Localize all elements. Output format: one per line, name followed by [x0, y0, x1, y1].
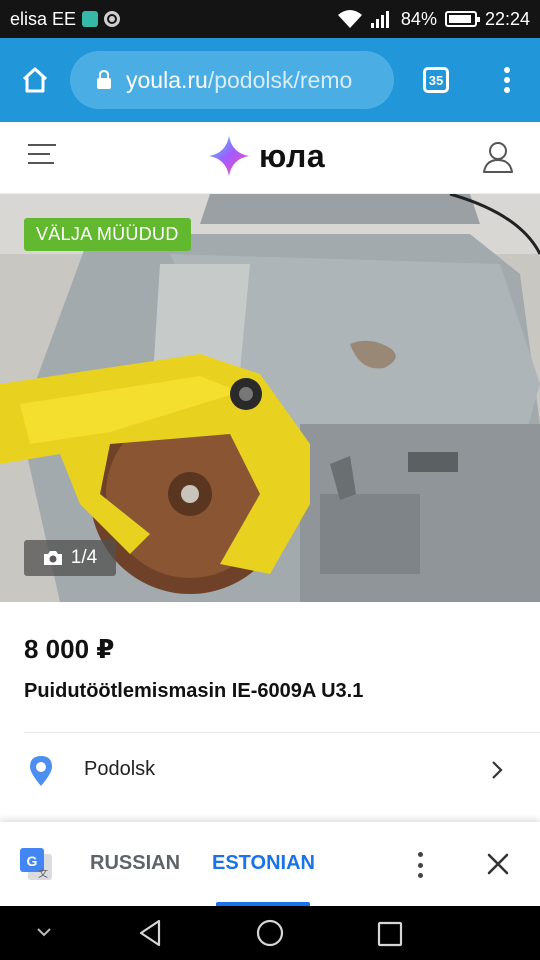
listing-title: Puidutöötlemismasin IE-6009A U3.1	[24, 680, 364, 702]
youla-logo-icon	[209, 136, 249, 176]
language-tab-russian[interactable]: RUSSIAN	[90, 852, 180, 875]
url-path: /podolsk/remo	[207, 66, 353, 93]
photo-counter-text: 1/4	[70, 547, 98, 568]
app-notification-icon	[82, 11, 99, 27]
chrome-notification-icon	[104, 11, 121, 27]
status-right: 84% 22:24	[337, 9, 530, 30]
hamburger-line	[28, 153, 50, 155]
battery-percent: 84%	[400, 8, 437, 29]
dot	[417, 873, 423, 878]
status-left: elisa EE	[10, 8, 121, 30]
tabs-icon: 35	[423, 67, 449, 93]
google-translate-icon[interactable]: G 文	[18, 846, 54, 882]
dot	[417, 862, 423, 868]
chevron-down-icon[interactable]	[36, 926, 52, 938]
tabs-button[interactable]: 35	[394, 38, 478, 122]
logo-text: юла	[259, 137, 326, 174]
url-host: youla.ru	[126, 66, 208, 93]
more-vert-icon[interactable]	[410, 850, 430, 880]
battery-icon	[444, 11, 480, 27]
youla-logo[interactable]: юла	[207, 134, 325, 178]
translate-bar: G 文 RUSSIAN ESTONIAN	[0, 822, 540, 906]
home-icon	[22, 67, 48, 93]
location-row[interactable]: Podolsk	[0, 733, 540, 805]
android-nav-bar	[0, 906, 540, 960]
screen: elisa EE 84% 22:24 youla.ru/podolsk/remo…	[0, 0, 540, 960]
svg-text:G: G	[27, 853, 38, 869]
product-photo[interactable]: VÄLJA MÜÜDUD 1/4	[0, 194, 540, 602]
url-text: youla.ru/podolsk/remo	[126, 67, 352, 94]
sold-badge: VÄLJA MÜÜDUD	[24, 218, 191, 251]
photo-counter: 1/4	[24, 540, 116, 576]
home-button[interactable]	[0, 38, 70, 122]
address-bar[interactable]: youla.ru/podolsk/remo	[70, 51, 394, 109]
clock: 22:24	[484, 8, 530, 29]
recents-icon[interactable]	[377, 921, 403, 947]
close-icon[interactable]	[486, 852, 510, 876]
back-icon[interactable]	[137, 918, 163, 948]
listing-price: 8 000 ₽	[24, 634, 115, 664]
site-header: юла	[0, 122, 540, 194]
status-bar: elisa EE 84% 22:24	[0, 0, 540, 38]
hamburger-icon[interactable]	[28, 144, 56, 172]
location-text: Podolsk	[84, 758, 156, 780]
svg-text:文: 文	[38, 867, 48, 880]
browser-menu-button[interactable]	[478, 38, 536, 122]
chevron-right-icon	[492, 761, 503, 779]
profile-icon[interactable]	[482, 140, 514, 174]
camera-icon	[43, 551, 62, 565]
more-vert-icon	[504, 67, 510, 93]
home-circle-icon[interactable]	[255, 918, 285, 948]
carrier-name: elisa EE	[10, 8, 77, 29]
hamburger-line	[28, 144, 56, 146]
language-tab-estonian[interactable]: ESTONIAN	[212, 852, 315, 875]
hamburger-line	[28, 162, 54, 164]
signal-icon	[370, 11, 389, 28]
wifi-icon	[337, 10, 362, 28]
lock-icon	[97, 70, 111, 89]
dot	[417, 852, 423, 857]
browser-toolbar: youla.ru/podolsk/remo 35	[0, 38, 540, 122]
location-pin-icon	[30, 756, 52, 786]
